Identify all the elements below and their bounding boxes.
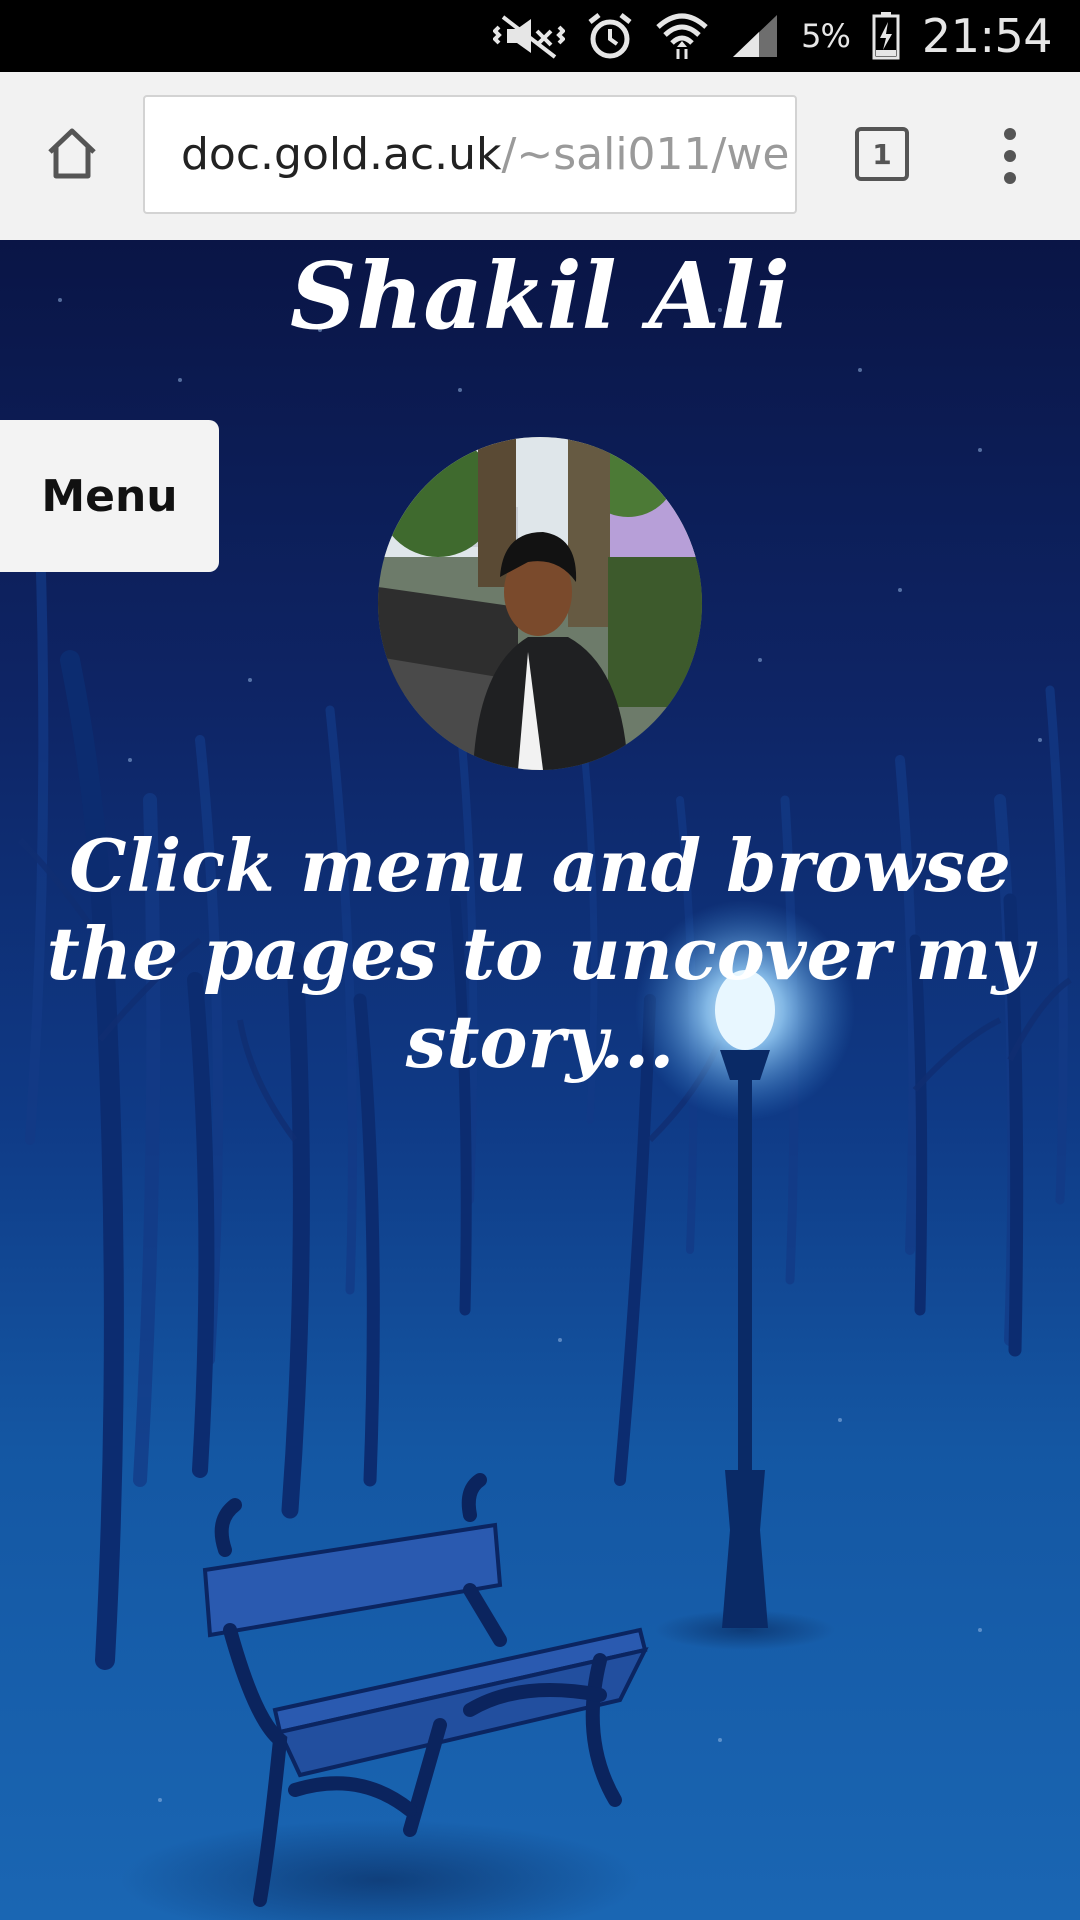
web-page: Shakil Ali Menu Click menu and browse th… bbox=[0, 240, 1080, 1920]
home-icon bbox=[44, 126, 100, 186]
status-icons: 5% 21:54 bbox=[493, 0, 1053, 72]
clock: 21:54 bbox=[921, 9, 1053, 63]
status-bar: 5% 21:54 bbox=[0, 0, 1080, 72]
battery-percent: 5% bbox=[801, 17, 851, 55]
address-bar[interactable]: doc.gold.ac.uk/~sali011/we bbox=[143, 95, 797, 214]
browser-toolbar: doc.gold.ac.uk/~sali011/we 1 bbox=[0, 72, 1080, 241]
tab-switcher-button[interactable]: 1 bbox=[852, 124, 910, 182]
phone-screen: 5% 21:54 doc.gold.ac.uk/~sali011/we 1 Sh… bbox=[0, 0, 1080, 1920]
more-options-button[interactable] bbox=[990, 120, 1030, 192]
tagline: Click menu and browse the pages to uncov… bbox=[46, 823, 1034, 1084]
mute-vibrate-icon bbox=[493, 13, 566, 59]
battery-icon bbox=[872, 12, 900, 60]
alarm-icon bbox=[587, 12, 633, 60]
tab-switcher-icon: 1 bbox=[855, 127, 909, 181]
site-title: Shakil Ali bbox=[290, 242, 790, 350]
more-vert-icon bbox=[1004, 128, 1016, 140]
tab-count: 1 bbox=[872, 137, 892, 171]
url-host: doc.gold.ac.uk bbox=[181, 129, 502, 180]
menu-button[interactable]: Menu bbox=[0, 420, 219, 572]
wifi-icon bbox=[655, 11, 709, 61]
home-button[interactable] bbox=[36, 120, 108, 192]
profile-avatar bbox=[378, 437, 702, 770]
url-path: /~sali011/we bbox=[501, 129, 790, 180]
signal-icon bbox=[731, 13, 779, 59]
